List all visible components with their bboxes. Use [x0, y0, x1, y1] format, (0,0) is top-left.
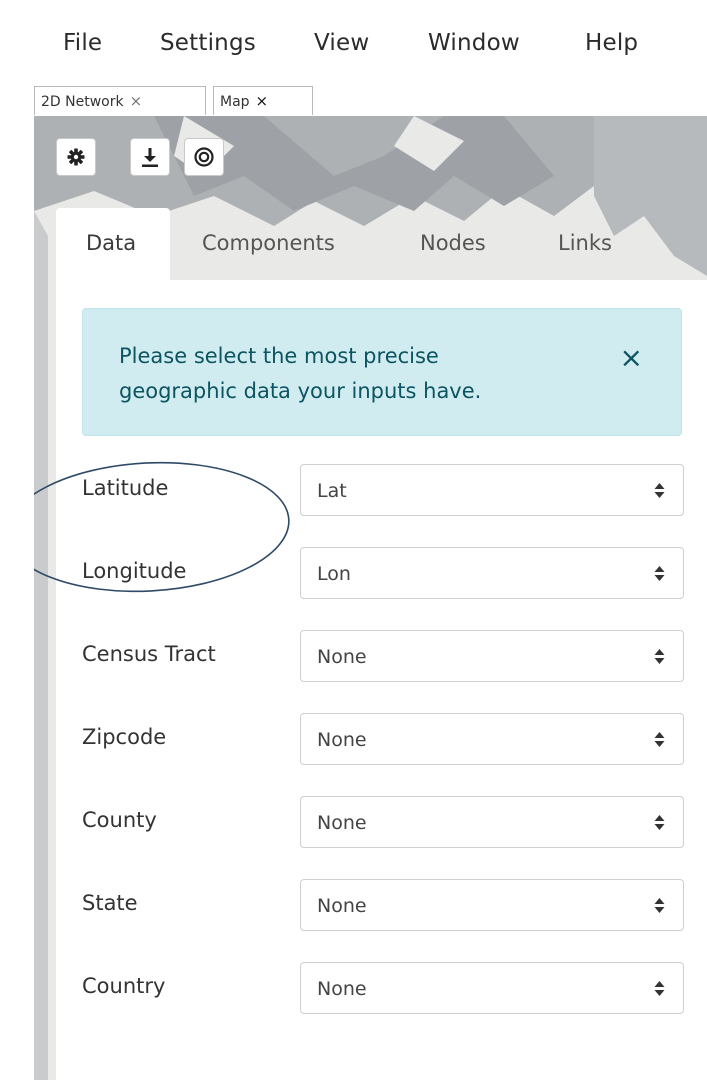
select-value: Lon: [317, 563, 351, 585]
field-label: State: [82, 891, 138, 915]
field-label: County: [82, 808, 157, 832]
field-select[interactable]: None: [300, 796, 684, 848]
tab-label: Map: [220, 94, 250, 110]
sort-caret-icon: [654, 732, 665, 747]
select-value: None: [317, 812, 367, 834]
field-label: Census Tract: [82, 642, 216, 666]
target-icon: [194, 147, 214, 167]
menu-window[interactable]: Window: [428, 30, 520, 56]
menu-help[interactable]: Help: [585, 30, 638, 56]
field-label: Longitude: [82, 559, 187, 583]
map-view[interactable]: Data Components Nodes Links Please selec…: [34, 116, 707, 1080]
menu-view[interactable]: View: [314, 30, 369, 56]
close-icon[interactable]: ×: [256, 92, 269, 110]
sort-caret-icon: [654, 898, 665, 913]
menu-file[interactable]: File: [63, 30, 102, 56]
tab-nodes[interactable]: Nodes: [420, 208, 486, 280]
tab-data[interactable]: Data: [56, 208, 170, 280]
tab-map[interactable]: Map ×: [213, 86, 313, 115]
field-select[interactable]: Lat: [300, 464, 684, 516]
close-icon[interactable]: ×: [620, 341, 643, 374]
menu-bar: File Settings View Window Help: [0, 0, 707, 88]
gear-icon: [67, 148, 85, 166]
settings-button[interactable]: [56, 138, 96, 176]
select-value: None: [317, 978, 367, 1000]
sort-caret-icon: [654, 815, 665, 830]
field-select[interactable]: None: [300, 630, 684, 682]
select-value: None: [317, 729, 367, 751]
field-select[interactable]: None: [300, 879, 684, 931]
menu-settings[interactable]: Settings: [160, 30, 256, 56]
sort-caret-icon: [654, 566, 665, 581]
center-map-button[interactable]: [184, 138, 224, 176]
select-value: None: [317, 646, 367, 668]
info-alert: Please select the most precise geographi…: [82, 308, 682, 436]
field-label: Country: [82, 974, 166, 998]
tab-2d-network[interactable]: 2D Network ×: [34, 86, 206, 115]
tab-components[interactable]: Components: [202, 208, 335, 280]
field-select[interactable]: None: [300, 713, 684, 765]
select-value: None: [317, 895, 367, 917]
field-label: Zipcode: [82, 725, 167, 749]
close-icon[interactable]: ×: [130, 92, 143, 110]
sort-caret-icon: [654, 483, 665, 498]
tab-links[interactable]: Links: [558, 208, 612, 280]
tab-label: 2D Network: [41, 94, 124, 110]
data-panel: Please select the most precise geographi…: [56, 280, 707, 1080]
sort-caret-icon: [654, 649, 665, 664]
field-select[interactable]: None: [300, 962, 684, 1014]
alert-message: Please select the most precise geographi…: [119, 344, 482, 403]
sort-caret-icon: [654, 981, 665, 996]
field-select[interactable]: Lon: [300, 547, 684, 599]
field-label: Latitude: [82, 476, 169, 500]
select-value: Lat: [317, 480, 347, 502]
download-button[interactable]: [130, 138, 170, 176]
download-icon: [142, 148, 158, 167]
